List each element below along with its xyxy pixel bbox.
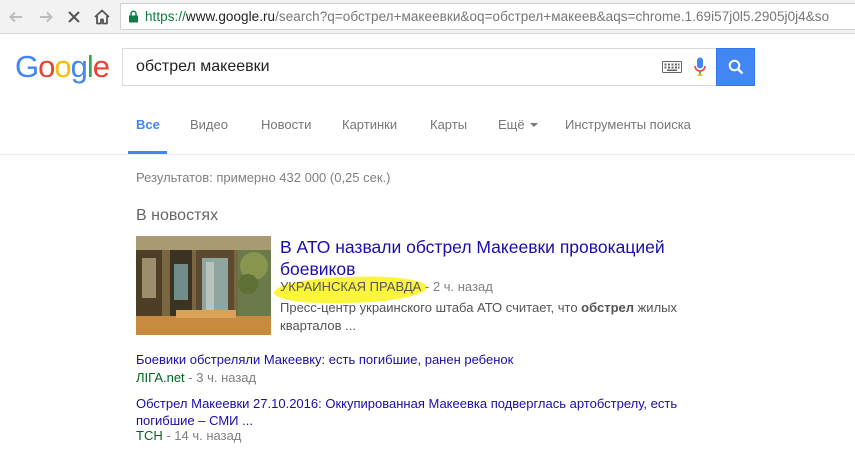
news-source: ЛІГА.net	[136, 370, 185, 385]
top-story-title[interactable]: В АТО назвали обстрел Макеевки провокаци…	[280, 236, 700, 280]
home-button[interactable]	[90, 5, 114, 29]
news-meta: ТСН - 14 ч. назад	[136, 428, 241, 443]
tab-more[interactable]: Ещё	[498, 117, 538, 132]
news-link[interactable]: Боевики обстреляли Макеевку: есть погибш…	[136, 351, 696, 368]
news-time: - 3 ч. назад	[184, 370, 257, 385]
news-link[interactable]: Обстрел Макеевки 27.10.2016: Оккупирован…	[136, 395, 696, 429]
search-icon	[728, 59, 743, 75]
url-path: /search?q=обстрел+макеевки&oq=обстрел+ма…	[275, 9, 830, 24]
top-story-time: - 2 ч. назад	[421, 279, 493, 294]
tab-images[interactable]: Картинки	[342, 117, 397, 132]
search-tabs: Все Видео Новости Картинки Карты Ещё Инс…	[0, 95, 855, 155]
back-arrow-icon	[9, 11, 22, 23]
logo-letter: o	[54, 49, 71, 84]
url-text: https://www.google.ru/search?q=обстрел+м…	[145, 9, 829, 24]
snippet-text: Пресс-центр украинского штаба АТО считае…	[280, 300, 582, 315]
forward-button[interactable]	[34, 5, 58, 29]
top-story-meta: УКРАИНСКАЯ ПРАВДА - 2 ч. назад	[280, 279, 493, 294]
logo-letter: o	[38, 49, 55, 84]
search-header: Google обстрел макеевки	[0, 35, 855, 95]
news-photo	[136, 236, 271, 335]
url-domain: www.google.ru	[185, 9, 276, 24]
tab-more-label: Ещё	[498, 117, 525, 132]
logo-letter: e	[92, 49, 110, 84]
search-tools-button[interactable]: Инструменты поиска	[565, 117, 691, 132]
news-time: - 14 ч. назад	[162, 428, 242, 443]
news-meta: ЛІГА.net - 3 ч. назад	[136, 370, 256, 385]
top-story-snippet: Пресс-центр украинского штаба АТО считае…	[280, 299, 700, 335]
close-icon	[68, 11, 80, 23]
search-button[interactable]	[716, 48, 755, 86]
result-stats: Результатов: примерно 432 000 (0,25 сек.…	[136, 170, 391, 185]
keyboard-icon[interactable]	[662, 61, 682, 73]
search-query: обстрел макеевки	[136, 58, 270, 75]
chevron-down-icon	[529, 123, 538, 127]
news-section-title: В новостях	[136, 207, 219, 224]
active-tab-indicator	[128, 151, 167, 154]
back-button[interactable]	[4, 5, 28, 29]
tab-video[interactable]: Видео	[190, 117, 228, 132]
snippet-keyword: обстрел	[581, 300, 634, 315]
logo-letter: g	[70, 49, 88, 84]
logo-letter: G	[15, 49, 39, 84]
tab-all[interactable]: Все	[136, 117, 160, 132]
browser-toolbar: https://www.google.ru/search?q=обстрел+м…	[0, 0, 855, 34]
forward-arrow-icon	[40, 11, 53, 23]
stop-button[interactable]	[62, 5, 86, 29]
search-input[interactable]: обстрел макеевки	[122, 48, 716, 86]
news-source: ТСН	[136, 428, 163, 443]
news-thumbnail[interactable]	[136, 236, 271, 335]
google-logo[interactable]: Google	[15, 49, 110, 85]
microphone-icon[interactable]	[694, 57, 706, 77]
url-scheme: https://	[145, 9, 186, 24]
home-icon	[94, 9, 110, 25]
top-story-source: УКРАИНСКАЯ ПРАВДА	[280, 279, 422, 294]
tab-maps[interactable]: Карты	[430, 117, 467, 132]
lock-icon	[129, 10, 138, 23]
address-bar[interactable]: https://www.google.ru/search?q=обстрел+м…	[120, 3, 855, 30]
tab-news[interactable]: Новости	[261, 117, 311, 132]
